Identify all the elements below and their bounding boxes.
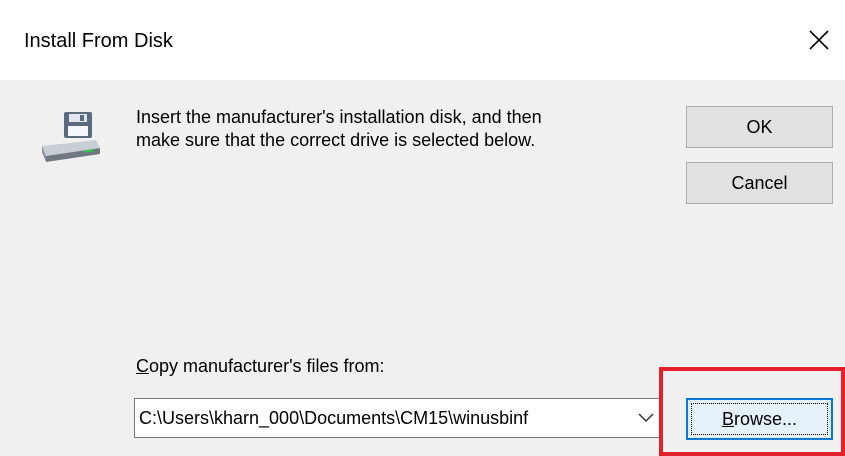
instruction-line-2: make sure that the correct drive is sele… — [136, 130, 536, 150]
floppy-drive-icon — [42, 112, 100, 162]
close-icon — [809, 30, 829, 50]
title-bar: Install From Disk — [0, 0, 845, 80]
browse-label: Browse... — [722, 409, 797, 430]
browse-button[interactable]: Browse... — [686, 398, 833, 440]
copy-from-label-rest: opy manufacturer's files from: — [149, 356, 385, 376]
path-value[interactable]: C:\Users\kharn_000\Documents\CM15\winusb… — [135, 408, 631, 429]
browse-label-rest: rowse... — [733, 408, 798, 429]
browse-label-accel: B — [721, 408, 734, 429]
path-combobox[interactable]: C:\Users\kharn_000\Documents\CM15\winusb… — [134, 398, 662, 438]
cancel-button[interactable]: Cancel — [686, 162, 833, 204]
chevron-down-icon — [638, 413, 654, 423]
window-title: Install From Disk — [24, 30, 173, 52]
copy-from-label: Copy manufacturer's files from: — [136, 356, 385, 377]
dropdown-button[interactable] — [631, 399, 661, 437]
copy-from-label-accel: C — [136, 356, 149, 376]
instruction-line-1: Insert the manufacturer's installation d… — [136, 107, 542, 127]
instruction-text: Insert the manufacturer's installation d… — [136, 106, 656, 152]
ok-button[interactable]: OK — [686, 106, 833, 148]
install-from-disk-dialog: Install From Disk Insert the manufacture… — [0, 0, 845, 456]
close-button[interactable] — [793, 16, 845, 64]
